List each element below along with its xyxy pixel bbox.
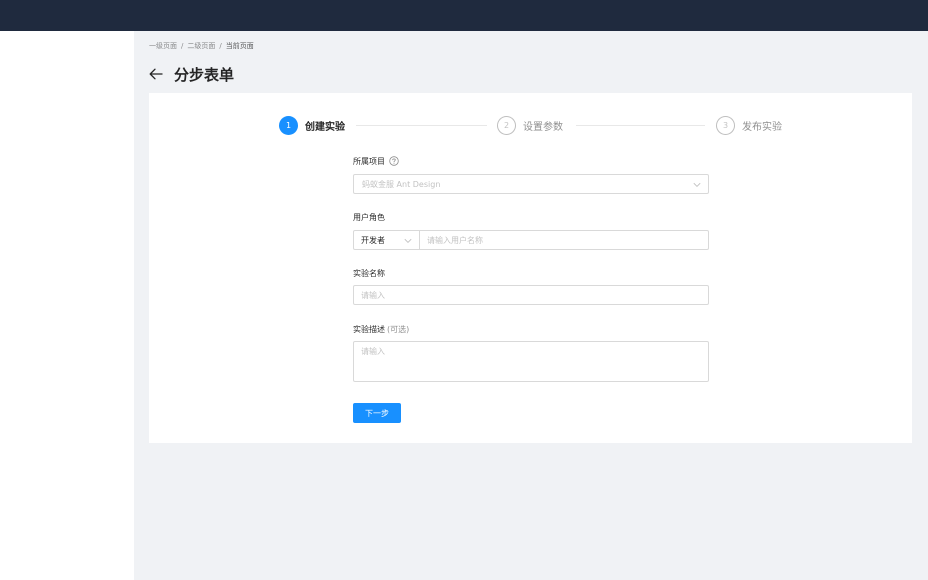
experiment-name-label-text: 实验名称 <box>353 268 385 278</box>
step-1-title: 创建实验 <box>305 121 345 133</box>
page-header: 分步表单 <box>149 62 234 86</box>
project-select-placeholder: 蚂蚁金服 Ant Design <box>362 179 441 189</box>
role-select-value: 开发者 <box>361 235 385 245</box>
step-3-number: 3 <box>716 115 735 135</box>
sidebar <box>0 31 134 580</box>
role-label: 用户角色 <box>353 211 385 223</box>
experiment-name-label: 实验名称 <box>353 267 385 279</box>
optional-hint: (可选) <box>387 324 410 334</box>
step-connector <box>576 125 705 126</box>
step-connector <box>356 125 487 126</box>
step-3-title: 发布实验 <box>742 121 782 133</box>
steps: 1 创建实验 2 设置参数 3 发布实验 <box>279 115 785 135</box>
experiment-name-input[interactable]: 请输入 <box>353 285 709 305</box>
user-name-input[interactable]: 请输入用户名称 <box>420 230 709 250</box>
user-name-placeholder: 请输入用户名称 <box>427 235 483 245</box>
experiment-description-textarea[interactable]: 请输入 <box>353 341 709 382</box>
form-card: 1 创建实验 2 设置参数 3 发布实验 所属项目 蚂蚁金服 Ant Desig… <box>149 93 912 443</box>
role-select[interactable]: 开发者 <box>353 230 420 250</box>
top-header-bar <box>0 0 928 31</box>
step-2-number: 2 <box>497 115 516 135</box>
step-3: 3 发布实验 <box>716 115 782 135</box>
experiment-description-label-text: 实验描述 <box>353 324 385 334</box>
breadcrumb-item-level2[interactable]: 二级页面 <box>187 42 215 50</box>
next-step-button[interactable]: 下一步 <box>353 403 401 423</box>
breadcrumb: 一级页面 / 二级页面 / 当前页面 <box>149 41 254 51</box>
breadcrumb-item-level1[interactable]: 一级页面 <box>149 42 177 50</box>
experiment-description-label: 实验描述 (可选) <box>353 323 409 335</box>
breadcrumb-item-current: 当前页面 <box>225 42 254 50</box>
step-1: 1 创建实验 <box>279 115 345 135</box>
project-select[interactable]: 蚂蚁金服 Ant Design <box>353 174 709 194</box>
experiment-name-placeholder: 请输入 <box>361 290 385 300</box>
step-2: 2 设置参数 <box>497 115 563 135</box>
role-label-text: 用户角色 <box>353 212 385 222</box>
project-label-text: 所属项目 <box>353 156 385 166</box>
breadcrumb-separator: / <box>219 42 222 50</box>
chevron-down-icon <box>693 181 701 190</box>
step-2-title: 设置参数 <box>523 121 563 133</box>
question-circle-icon[interactable] <box>389 156 399 166</box>
chevron-down-icon <box>404 237 412 246</box>
experiment-description-placeholder: 请输入 <box>361 347 385 356</box>
breadcrumb-separator: / <box>181 42 184 50</box>
step-1-number: 1 <box>279 115 298 135</box>
arrow-left-icon[interactable] <box>149 66 165 82</box>
project-label: 所属项目 <box>353 155 399 167</box>
page-title: 分步表单 <box>174 65 235 84</box>
